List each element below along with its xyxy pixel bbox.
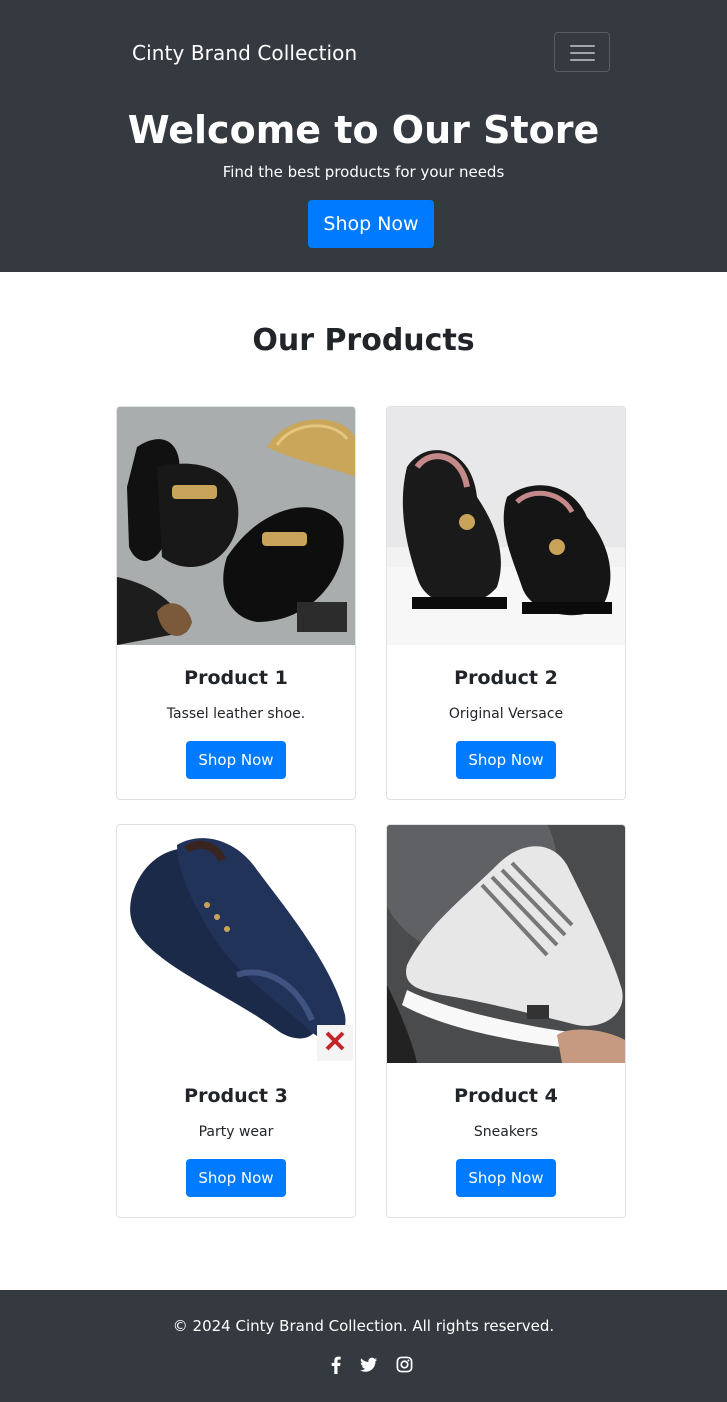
product-title: Product 1	[184, 667, 288, 689]
hamburger-menu-icon	[570, 52, 595, 54]
product-shop-now-button[interactable]: Shop Now	[186, 741, 286, 779]
hero-subtitle: Find the best products for your needs	[222, 163, 505, 181]
instagram-icon[interactable]	[396, 1356, 413, 1374]
products-section-title: Our Products	[252, 323, 475, 358]
product-shop-now-button[interactable]: Shop Now	[186, 1159, 286, 1197]
facebook-icon[interactable]	[331, 1356, 341, 1374]
product-shop-now-button[interactable]: Shop Now	[456, 741, 556, 779]
hamburger-menu-icon	[570, 59, 595, 61]
white-sneaker-image	[387, 825, 625, 1063]
product-description: Original Versace	[448, 706, 564, 722]
black-loafer-shoes-image	[117, 407, 355, 645]
product-description: Tassel leather shoe.	[166, 706, 306, 722]
navbar-brand[interactable]: Cinty Brand Collection	[132, 40, 357, 66]
twitter-icon[interactable]	[360, 1356, 378, 1374]
footer-copyright: © 2024 Cinty Brand Collection. All right…	[172, 1317, 555, 1335]
hero-shop-now-button[interactable]: Shop Now	[308, 200, 434, 248]
product-description: Sneakers	[473, 1124, 539, 1140]
product-card-4: Product 4 Sneakers Shop Now	[386, 824, 626, 1218]
product-title: Product 4	[454, 1085, 558, 1107]
studded-loafer-shoes-image	[387, 407, 625, 645]
product-card-3: Product 3 Party wear Shop Now	[116, 824, 356, 1218]
navbar-toggler-button[interactable]	[554, 32, 610, 72]
footer: © 2024 Cinty Brand Collection. All right…	[0, 1290, 727, 1402]
product-card-1: Product 1 Tassel leather shoe. Shop Now	[116, 406, 356, 800]
hamburger-menu-icon	[570, 45, 595, 47]
product-title: Product 2	[454, 667, 558, 689]
hero-title: Welcome to Our Store	[127, 108, 600, 152]
product-card-2: Product 2 Original Versace Shop Now	[386, 406, 626, 800]
navy-patent-shoes-image	[117, 825, 355, 1063]
product-title: Product 3	[184, 1085, 288, 1107]
hero-header: Cinty Brand Collection Welcome to Our St…	[0, 0, 727, 272]
product-description: Party wear	[198, 1124, 274, 1140]
product-shop-now-button[interactable]: Shop Now	[456, 1159, 556, 1197]
